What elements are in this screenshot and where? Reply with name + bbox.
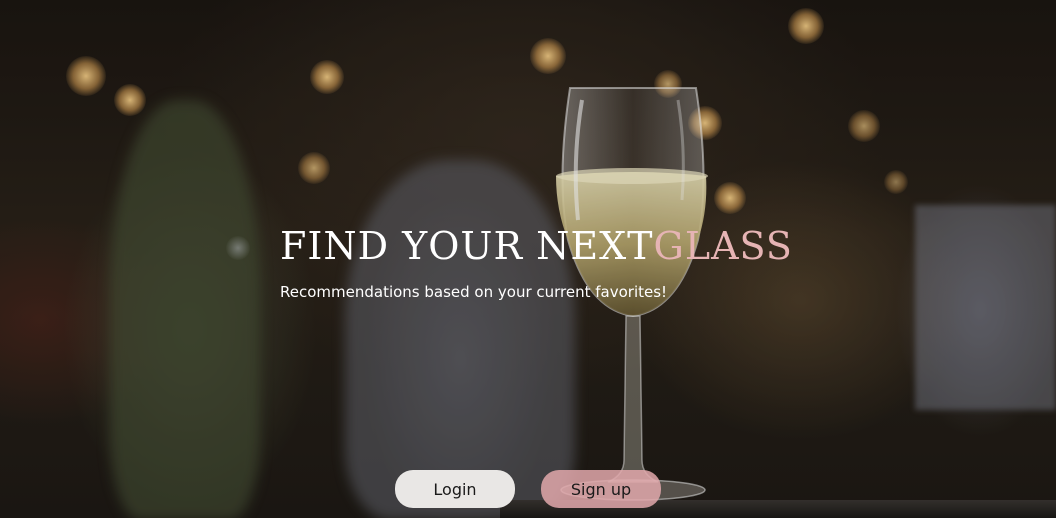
page-title: FIND YOUR NEXTGLASS bbox=[280, 224, 793, 268]
login-button[interactable]: Login bbox=[395, 470, 515, 508]
signup-button[interactable]: Sign up bbox=[541, 470, 661, 508]
hero-section: FIND YOUR NEXTGLASS Recommendations base… bbox=[0, 0, 1056, 518]
headline-accent: GLASS bbox=[653, 224, 793, 268]
hero-subtitle: Recommendations based on your current fa… bbox=[280, 283, 668, 301]
headline-main: FIND YOUR NEXT bbox=[280, 224, 654, 268]
